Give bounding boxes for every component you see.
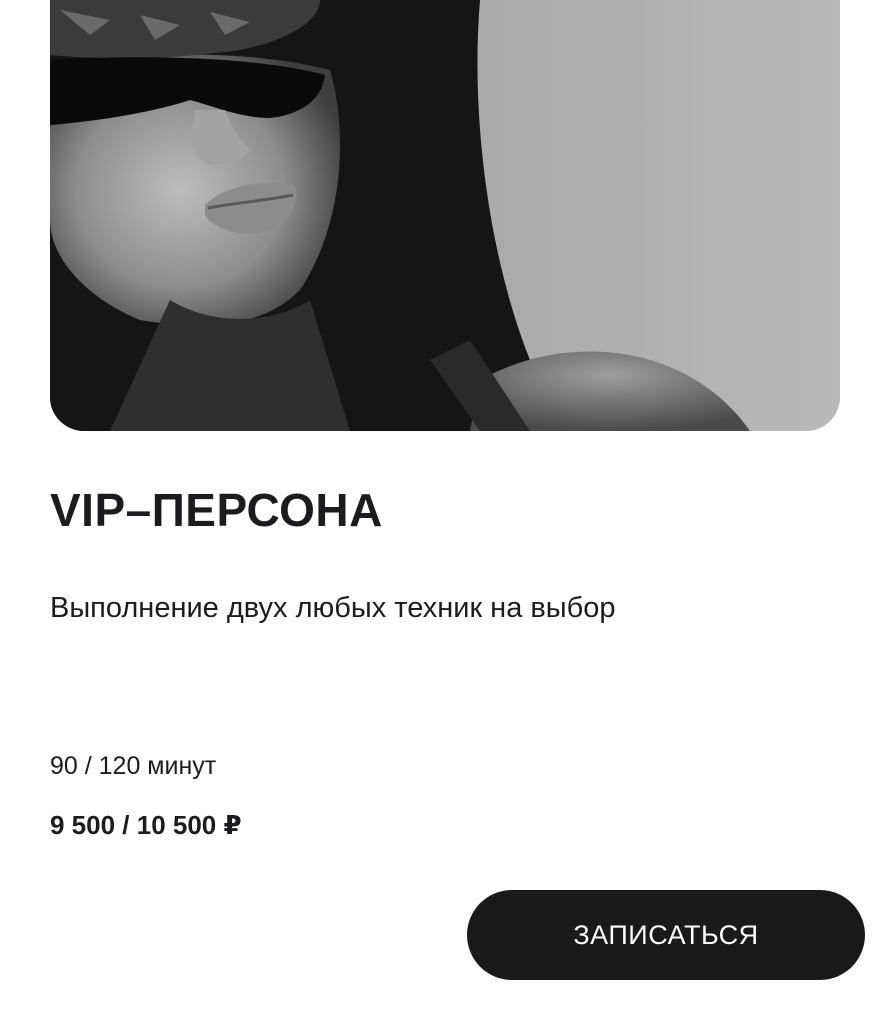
service-duration: 90 / 120 минут	[50, 752, 217, 780]
book-button[interactable]: ЗАПИСАТЬСЯ	[467, 890, 865, 980]
service-photo	[50, 0, 840, 431]
service-description: Выполнение двух любых техник на выбор	[50, 592, 616, 624]
service-title: VIP–ПЕРСОНА	[50, 484, 383, 536]
service-price: 9 500 / 10 500 ₽	[50, 810, 242, 840]
